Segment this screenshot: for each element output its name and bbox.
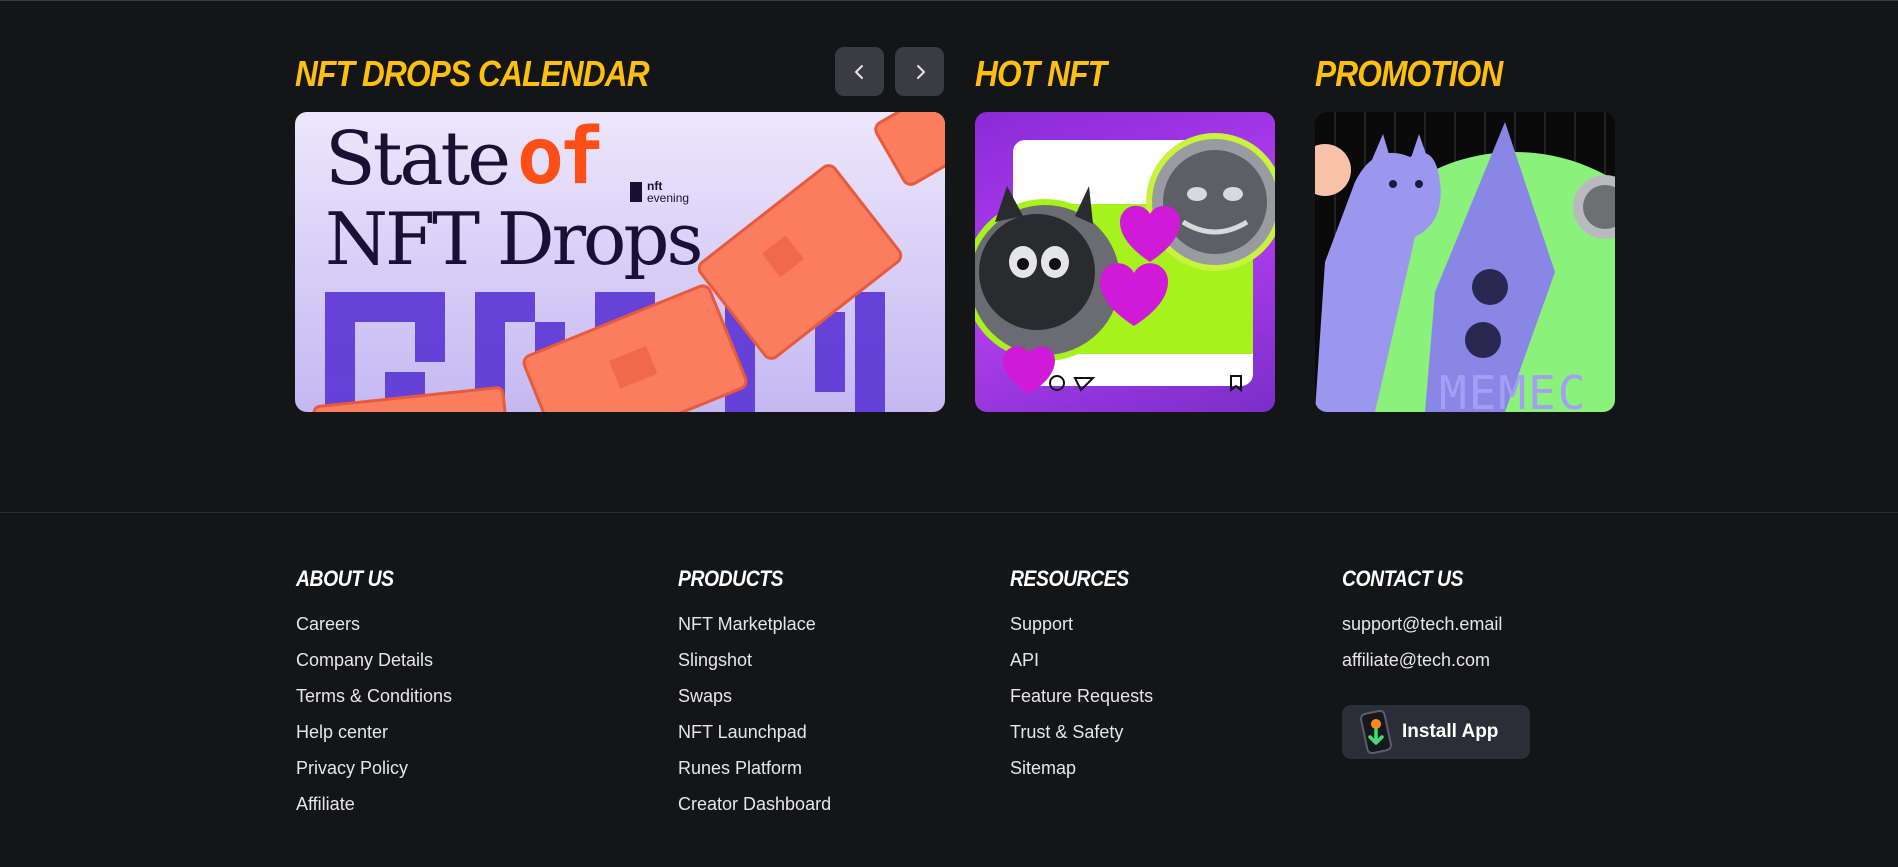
hot-nft-art — [975, 133, 1275, 394]
install-app-label: Install App — [1402, 721, 1499, 742]
promotion-overlay-text: MEMEC — [1439, 366, 1588, 412]
footer-link-api[interactable]: API — [1010, 649, 1153, 685]
banner-headline-line1: State — [325, 116, 511, 202]
carousel-prev-button[interactable] — [835, 47, 884, 96]
drops-banner-card[interactable]: State of nft evening NFT Drops — [295, 112, 945, 412]
phone-download-icon — [1360, 710, 1392, 754]
footer-link-swaps[interactable]: Swaps — [678, 685, 831, 721]
install-app-button[interactable]: Install App — [1342, 705, 1530, 759]
footer-link-support-email[interactable]: support@tech.email — [1342, 613, 1502, 649]
chevron-left-icon — [854, 64, 863, 79]
footer-heading-resources: RESOURCES — [1010, 566, 1129, 591]
footer-link-privacy-policy[interactable]: Privacy Policy — [296, 757, 452, 793]
footer-resources-links: Support API Feature Requests Trust & Saf… — [1010, 613, 1153, 793]
footer-divider — [0, 512, 1898, 513]
footer-link-affiliate-email[interactable]: affiliate@tech.com — [1342, 649, 1502, 685]
section-title-hot-nft: HOT NFT — [975, 53, 1107, 94]
footer-link-trust-safety[interactable]: Trust & Safety — [1010, 721, 1153, 757]
section-title-drops: NFT DROPS CALENDAR — [295, 53, 650, 94]
footer-link-help-center[interactable]: Help center — [296, 721, 452, 757]
hot-nft-card[interactable] — [975, 112, 1275, 412]
footer-about-links: Careers Company Details Terms & Conditio… — [296, 613, 452, 829]
footer-link-careers[interactable]: Careers — [296, 613, 452, 649]
footer-heading-about: ABOUT US — [296, 566, 394, 591]
footer-heading-contact: CONTACT US — [1342, 566, 1464, 591]
promotion-card[interactable]: MEMEC — [1315, 112, 1615, 412]
footer-link-slingshot[interactable]: Slingshot — [678, 649, 831, 685]
footer-link-sitemap[interactable]: Sitemap — [1010, 757, 1153, 793]
top-border — [0, 0, 1898, 1]
footer-link-feature-requests[interactable]: Feature Requests — [1010, 685, 1153, 721]
carousel-next-button[interactable] — [895, 47, 944, 96]
banner-headline-of: of — [517, 112, 605, 202]
section-title-promotion: PROMOTION — [1315, 53, 1503, 94]
footer-heading-products: PRODUCTS — [678, 566, 784, 591]
footer-link-support[interactable]: Support — [1010, 613, 1153, 649]
footer-link-creator-dashboard[interactable]: Creator Dashboard — [678, 793, 831, 829]
footer-link-runes-platform[interactable]: Runes Platform — [678, 757, 831, 793]
footer-products-links: NFT Marketplace Slingshot Swaps NFT Laun… — [678, 613, 831, 829]
banner-headline-line2: NFT Drops — [325, 197, 703, 281]
footer-contact-links: support@tech.email affiliate@tech.com — [1342, 613, 1502, 685]
chevron-right-icon — [916, 64, 925, 79]
footer-link-affiliate[interactable]: Affiliate — [296, 793, 452, 829]
footer-link-terms[interactable]: Terms & Conditions — [296, 685, 452, 721]
footer-link-nft-marketplace[interactable]: NFT Marketplace — [678, 613, 831, 649]
footer-link-nft-launchpad[interactable]: NFT Launchpad — [678, 721, 831, 757]
footer-link-company-details[interactable]: Company Details — [296, 649, 452, 685]
